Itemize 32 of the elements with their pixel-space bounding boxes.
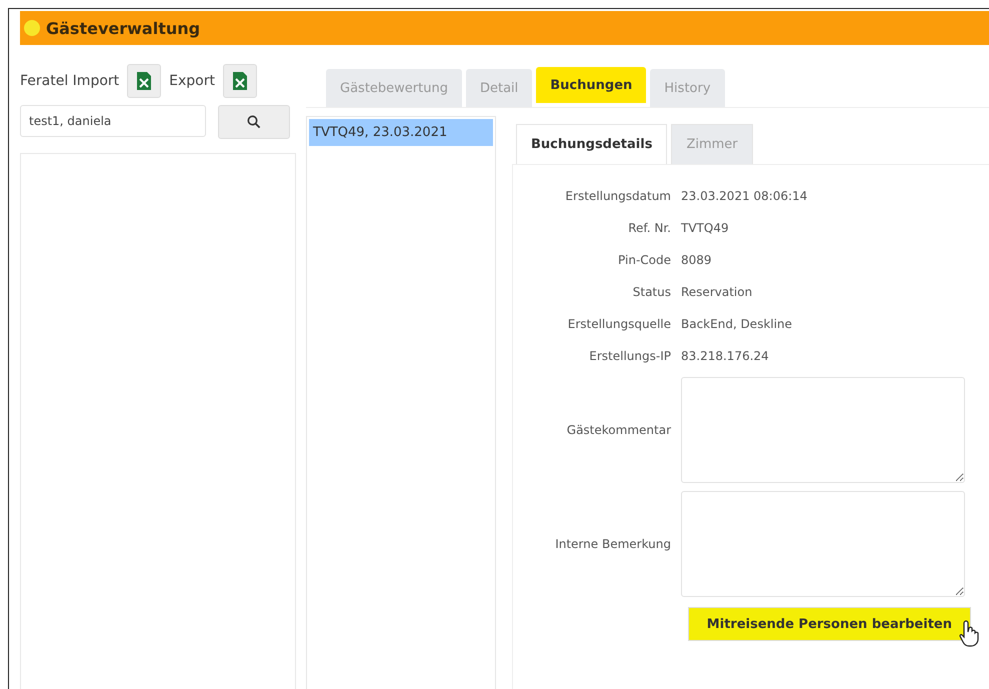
field-label: Ref. Nr. xyxy=(627,221,671,235)
import-label: Feratel Import xyxy=(20,73,120,89)
window-title: Gästeverwaltung xyxy=(46,18,200,38)
edit-companions-button[interactable]: Mitreisende Personen bearbeiten xyxy=(688,607,971,641)
field-label: Status xyxy=(632,285,671,299)
field-value: 23.03.2021 08:06:14 xyxy=(681,189,808,203)
spreadsheet-icon xyxy=(137,72,152,90)
export-label: Export xyxy=(169,73,215,89)
field-label: Erstellungsquelle xyxy=(566,317,671,331)
comment-field[interactable] xyxy=(681,377,965,483)
tab[interactable]: Buchungen xyxy=(536,67,646,103)
search-field[interactable]: test1, daniela xyxy=(20,105,206,137)
import-button[interactable] xyxy=(127,64,162,98)
search-icon xyxy=(247,115,261,129)
spreadsheet-icon xyxy=(232,72,247,90)
help-icon xyxy=(24,20,40,36)
tab[interactable]: Buchungsdetails xyxy=(516,124,668,164)
field-label: Erstellungs-IP xyxy=(588,349,671,363)
field-value: BackEnd, Deskline xyxy=(681,317,794,331)
field-label: Erstellungsdatum xyxy=(564,189,671,203)
field-value: 83.218.176.24 xyxy=(681,349,770,363)
field-label: Interne Bemerkung xyxy=(554,537,671,551)
field-label: Gästekommentar xyxy=(566,423,671,437)
export-button[interactable] xyxy=(222,64,257,98)
booking-item[interactable]: TVTQ49, 23.03.2021 xyxy=(309,119,493,146)
comment-field[interactable] xyxy=(681,491,965,597)
field-value: Reservation xyxy=(681,285,754,299)
field-label: Pin-Code xyxy=(617,253,671,267)
field-value: 8089 xyxy=(681,253,713,267)
hand-cursor-icon xyxy=(959,619,981,647)
field-value: TVTQ49 xyxy=(681,221,730,235)
search-button[interactable] xyxy=(218,105,290,139)
